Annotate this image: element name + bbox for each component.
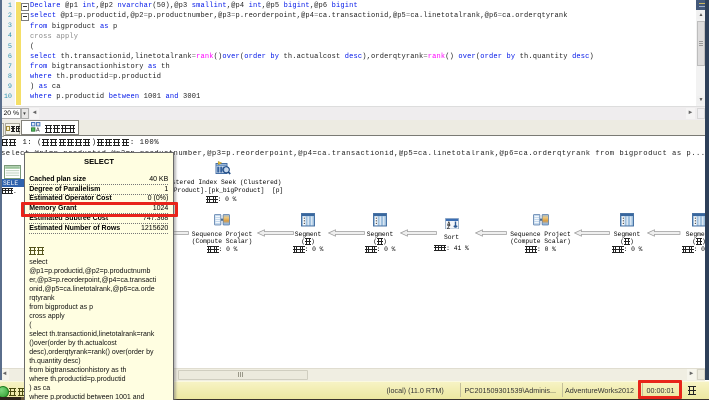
svg-text:Z: Z [447, 225, 450, 230]
svg-text:A: A [36, 128, 40, 132]
